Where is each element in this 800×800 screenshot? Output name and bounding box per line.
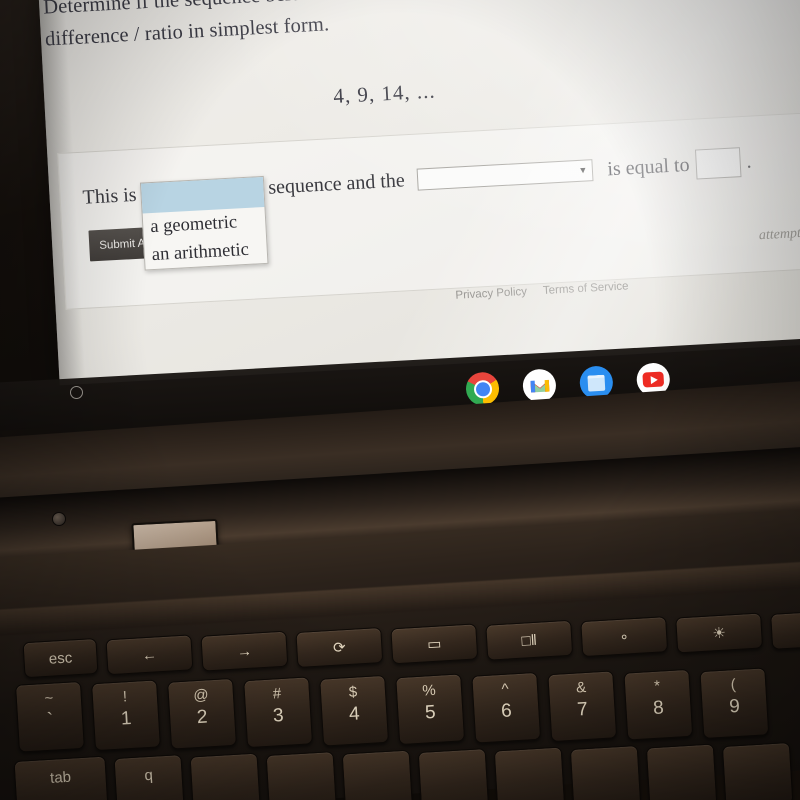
five-key[interactable]: % 5	[395, 673, 466, 746]
three-key-upper: #	[272, 685, 282, 703]
reflection-dot	[70, 386, 83, 399]
seven-key-lower: 7	[576, 698, 589, 721]
forward-key-label: →	[236, 642, 253, 661]
tilde-key-lower: `	[46, 709, 54, 731]
sequence-and-the-label: sequence and the	[267, 168, 406, 199]
five-key-lower: 5	[424, 701, 437, 724]
back-key-label: ←	[141, 645, 158, 664]
fullscreen-key-label: ▭	[426, 635, 442, 654]
seven-key[interactable]: & 7	[547, 670, 618, 743]
nine-key-lower: 9	[728, 695, 741, 718]
question-line-1: Determine if the sequence below is arith…	[43, 0, 689, 19]
one-key[interactable]: ! 1	[91, 679, 161, 752]
tilde-key-upper: ~	[43, 689, 54, 708]
overview-key-label: □‖	[521, 631, 538, 650]
q-key[interactable]: q	[113, 754, 186, 800]
eight-key-lower: 8	[652, 697, 665, 719]
w-key[interactable]	[189, 752, 262, 800]
two-key[interactable]: @2	[167, 677, 237, 750]
r-key[interactable]	[341, 749, 414, 800]
brightness-down-key-label: ∘	[619, 628, 630, 646]
brightness-down-key[interactable]: ∘	[580, 616, 669, 658]
this-is-label: This is	[82, 183, 138, 209]
fullscreen-key[interactable]: ▭	[390, 623, 479, 665]
forward-key[interactable]: →	[200, 630, 289, 672]
one-key-upper: !	[122, 688, 128, 706]
tab-key[interactable]: tab	[13, 755, 110, 800]
three-key[interactable]: #3	[243, 676, 314, 749]
dropdown-option-arithmetic[interactable]: an arithmetic	[144, 235, 267, 270]
reload-key[interactable]: ⟳	[295, 627, 384, 669]
tilde-key[interactable]: ~ `	[14, 680, 85, 753]
period-text: .	[745, 150, 752, 173]
measure-select[interactable]: ▼	[416, 159, 594, 191]
four-key[interactable]: $4	[319, 674, 390, 747]
brightness-up-key-label: ☀	[711, 624, 727, 643]
gmail-glyph	[529, 379, 549, 393]
u-key[interactable]	[569, 745, 642, 800]
chevron-down-icon: ▼	[578, 164, 588, 176]
assignment-content: Determine if the sequence below is arith…	[43, 0, 800, 372]
attempt-status: attempt 1 out of 2	[758, 223, 800, 244]
q-key-label: q	[143, 766, 154, 784]
y-key[interactable]	[493, 746, 566, 800]
e-key[interactable]	[265, 751, 338, 800]
four-key-lower: 4	[348, 703, 361, 726]
six-key-lower: 6	[500, 700, 513, 723]
sequence-type-dropdown-list[interactable]: a geometric an arithmetic	[139, 175, 269, 271]
i-key[interactable]	[645, 743, 718, 800]
eight-key[interactable]: * 8	[623, 668, 694, 741]
overview-key[interactable]: □‖	[485, 619, 574, 661]
seven-key-upper: &	[575, 678, 587, 697]
back-key[interactable]: ←	[105, 634, 194, 676]
six-key[interactable]: ^ 6	[471, 671, 542, 744]
mute-key[interactable]: 🔇	[770, 608, 800, 650]
brightness-up-key[interactable]: ☀	[675, 612, 764, 654]
nine-key[interactable]: (9	[699, 667, 770, 740]
nine-key-upper: (	[730, 676, 737, 694]
three-key-lower: 3	[272, 704, 285, 727]
is-equal-to-label: is equal to	[606, 153, 691, 180]
question-text: Determine if the sequence below is arith…	[42, 0, 774, 56]
indicator-light	[52, 512, 66, 526]
tab-key-label: tab	[49, 768, 72, 787]
privacy-policy-link[interactable]: Privacy Policy	[455, 286, 527, 302]
reload-key-label: ⟳	[332, 639, 347, 657]
t-key[interactable]	[417, 748, 490, 800]
chrome-icon[interactable]	[465, 371, 500, 407]
five-key-upper: %	[421, 681, 437, 700]
o-key[interactable]	[721, 741, 794, 800]
two-key-lower: 2	[196, 706, 209, 729]
eight-key-upper: *	[653, 677, 661, 695]
six-key-upper: ^	[501, 680, 510, 698]
photo-of-laptop-screen: Determine if the sequence below is arith…	[0, 0, 800, 800]
esc-key-label: esc	[48, 648, 73, 668]
one-key-lower: 1	[120, 707, 133, 730]
sequence-display: 4, 9, 14, ...	[332, 78, 437, 109]
two-key-upper: @	[192, 686, 210, 705]
esc-key[interactable]: esc	[22, 637, 99, 679]
four-key-upper: $	[348, 683, 358, 702]
answer-value-input[interactable]	[694, 147, 742, 180]
